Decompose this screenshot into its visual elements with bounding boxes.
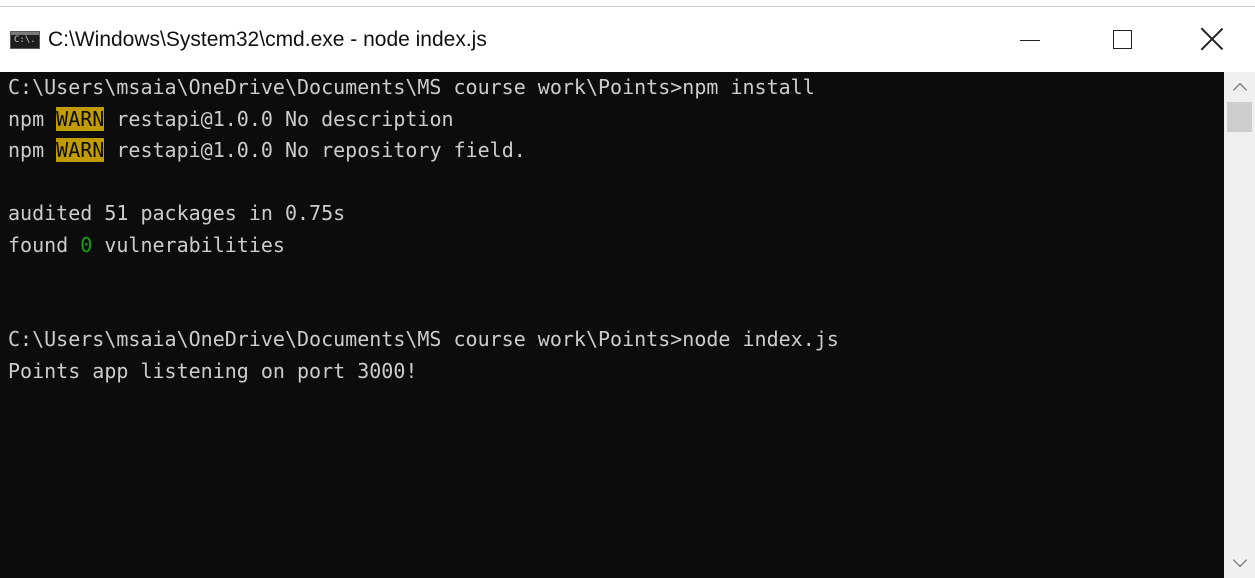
console-output-area[interactable]: C:\Users\msaia\OneDrive\Documents\MS cou… <box>0 72 1224 578</box>
console-line: C:\Users\msaia\OneDrive\Documents\MS cou… <box>8 72 839 104</box>
console-text: restapi@1.0.0 No repository field. <box>104 138 526 162</box>
scroll-down-button[interactable] <box>1224 548 1255 578</box>
console-text: found <box>8 232 81 257</box>
close-button[interactable] <box>1182 16 1242 62</box>
icon-text: C:\. <box>14 35 36 45</box>
console-line: npm WARN restapi@1.0.0 No description <box>8 104 839 136</box>
scroll-up-button[interactable] <box>1224 72 1255 102</box>
window-title: C:\Windows\System32\cmd.exe - node index… <box>48 28 487 51</box>
console-line: audited 51 packages in 0.75s <box>8 198 839 230</box>
console-line: C:\Users\msaia\OneDrive\Documents\MS cou… <box>8 324 839 356</box>
console-lines: C:\Users\msaia\OneDrive\Documents\MS cou… <box>8 72 839 387</box>
maximize-button[interactable] <box>1092 16 1152 62</box>
vertical-scrollbar[interactable] <box>1224 72 1255 578</box>
icon-bar <box>11 32 39 35</box>
console-text: npm <box>8 106 57 131</box>
cmd-window: C:\. C:\Windows\System32\cmd.exe - node … <box>0 0 1255 578</box>
console-line: found 0 vulnerabilities <box>8 230 839 262</box>
console-text: vulnerabilities <box>92 232 285 257</box>
window-top-edge <box>0 0 1255 7</box>
scroll-thumb[interactable] <box>1227 102 1252 132</box>
vulnerability-count: 0 <box>80 232 93 257</box>
console-line: Points app listening on port 3000! <box>8 356 839 388</box>
chevron-up-icon <box>1232 82 1247 98</box>
console-text: npm <box>8 138 57 162</box>
console-text: audited 51 packages in 0.75s <box>8 201 346 225</box>
maximize-icon <box>1112 29 1132 49</box>
console-line: npm WARN restapi@1.0.0 No repository fie… <box>8 135 839 167</box>
minimize-icon <box>1020 39 1040 41</box>
console-text: restapi@1.0.0 No description <box>104 106 454 131</box>
chevron-down-icon <box>1232 552 1247 568</box>
warn-label: WARN <box>56 106 105 131</box>
close-icon <box>1200 27 1224 51</box>
console-text: C:\Users\msaia\OneDrive\Documents\MS cou… <box>8 75 815 99</box>
console-text: Points app listening on port 3000! <box>8 358 418 383</box>
cmd-app-icon[interactable]: C:\. <box>10 31 40 49</box>
warn-label: WARN <box>56 138 105 162</box>
console-text: C:\Users\msaia\OneDrive\Documents\MS cou… <box>8 327 839 351</box>
title-bar[interactable]: C:\. C:\Windows\System32\cmd.exe - node … <box>0 8 1255 72</box>
minimize-button[interactable] <box>1000 16 1060 62</box>
